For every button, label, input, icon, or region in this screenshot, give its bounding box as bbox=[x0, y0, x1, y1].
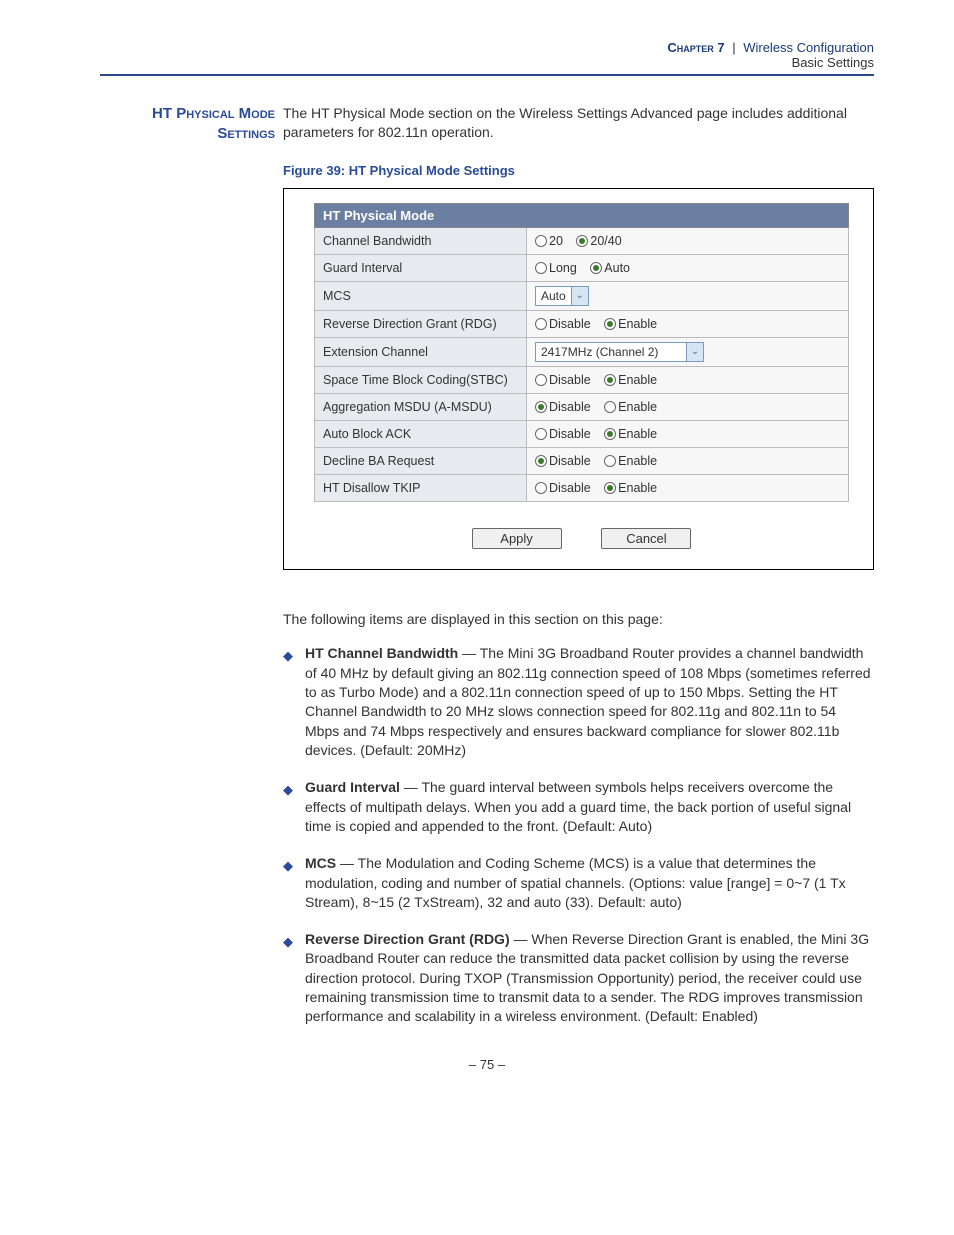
radio-cb-2040[interactable] bbox=[576, 235, 588, 247]
section-name: Wireless Configuration bbox=[743, 40, 874, 55]
radio-amsdu-disable[interactable] bbox=[535, 401, 547, 413]
label-disallow-tkip: HT Disallow TKIP bbox=[315, 474, 527, 501]
select-mcs[interactable]: Auto⌄ bbox=[535, 286, 589, 306]
row-ext-channel: Extension Channel 2417MHz (Channel 2)⌄ bbox=[315, 337, 849, 366]
row-channel-bandwidth: Channel Bandwidth 20 20/40 bbox=[315, 227, 849, 254]
radio-rdg-enable[interactable] bbox=[604, 318, 616, 330]
side-heading: HT Physical Mode Settings bbox=[100, 104, 275, 145]
bullet-item: ◆ Guard Interval — The guard interval be… bbox=[283, 778, 874, 836]
row-amsdu: Aggregation MSDU (A-MSDU) Disable Enable bbox=[315, 393, 849, 420]
diamond-icon: ◆ bbox=[283, 857, 293, 875]
radio-dba-disable[interactable] bbox=[535, 455, 547, 467]
page-number: – 75 – bbox=[100, 1057, 874, 1072]
label-rdg: Reverse Direction Grant (RDG) bbox=[315, 310, 527, 337]
radio-stbc-enable[interactable] bbox=[604, 374, 616, 386]
row-mcs: MCS Auto⌄ bbox=[315, 281, 849, 310]
radio-rdg-disable[interactable] bbox=[535, 318, 547, 330]
label-guard-interval: Guard Interval bbox=[315, 254, 527, 281]
intro-paragraph: The HT Physical Mode section on the Wire… bbox=[283, 104, 874, 142]
apply-button[interactable]: Apply bbox=[472, 528, 562, 549]
label-stbc: Space Time Block Coding(STBC) bbox=[315, 366, 527, 393]
cancel-button[interactable]: Cancel bbox=[601, 528, 691, 549]
row-disallow-tkip: HT Disallow TKIP Disable Enable bbox=[315, 474, 849, 501]
row-decline-ba: Decline BA Request Disable Enable bbox=[315, 447, 849, 474]
subsection-name: Basic Settings bbox=[100, 55, 874, 70]
radio-tkip-disable[interactable] bbox=[535, 482, 547, 494]
radio-aba-enable[interactable] bbox=[604, 428, 616, 440]
bullet-item: ◆ Reverse Direction Grant (RDG) — When R… bbox=[283, 930, 874, 1027]
row-rdg: Reverse Direction Grant (RDG) Disable En… bbox=[315, 310, 849, 337]
figure-caption: Figure 39: HT Physical Mode Settings bbox=[283, 163, 874, 178]
radio-stbc-disable[interactable] bbox=[535, 374, 547, 386]
header-separator: | bbox=[732, 40, 735, 55]
label-mcs: MCS bbox=[315, 281, 527, 310]
radio-amsdu-enable[interactable] bbox=[604, 401, 616, 413]
label-ext-channel: Extension Channel bbox=[315, 337, 527, 366]
chevron-down-icon: ⌄ bbox=[571, 287, 588, 305]
label-channel-bandwidth: Channel Bandwidth bbox=[315, 227, 527, 254]
select-ext-channel[interactable]: 2417MHz (Channel 2)⌄ bbox=[535, 342, 704, 362]
panel-title: HT Physical Mode bbox=[315, 203, 849, 227]
diamond-icon: ◆ bbox=[283, 647, 293, 665]
chevron-down-icon: ⌄ bbox=[686, 343, 703, 361]
row-auto-block-ack: Auto Block ACK Disable Enable bbox=[315, 420, 849, 447]
bullet-item: ◆ HT Channel Bandwidth — The Mini 3G Bro… bbox=[283, 644, 874, 760]
chapter-label: Chapter 7 bbox=[667, 40, 724, 55]
radio-tkip-enable[interactable] bbox=[604, 482, 616, 494]
diamond-icon: ◆ bbox=[283, 933, 293, 951]
bullet-item: ◆ MCS — The Modulation and Coding Scheme… bbox=[283, 854, 874, 912]
radio-aba-disable[interactable] bbox=[535, 428, 547, 440]
row-stbc: Space Time Block Coding(STBC) Disable En… bbox=[315, 366, 849, 393]
row-guard-interval: Guard Interval Long Auto bbox=[315, 254, 849, 281]
radio-gi-long[interactable] bbox=[535, 262, 547, 274]
diamond-icon: ◆ bbox=[283, 781, 293, 799]
lead-in-paragraph: The following items are displayed in thi… bbox=[283, 610, 874, 629]
bullet-list: ◆ HT Channel Bandwidth — The Mini 3G Bro… bbox=[283, 644, 874, 1026]
page-header: Chapter 7 | Wireless Configuration Basic… bbox=[100, 40, 874, 70]
label-amsdu: Aggregation MSDU (A-MSDU) bbox=[315, 393, 527, 420]
header-rule bbox=[100, 74, 874, 76]
radio-gi-auto[interactable] bbox=[590, 262, 602, 274]
radio-cb-20[interactable] bbox=[535, 235, 547, 247]
figure-screenshot: HT Physical Mode Channel Bandwidth 20 20… bbox=[283, 188, 874, 570]
label-decline-ba: Decline BA Request bbox=[315, 447, 527, 474]
radio-dba-enable[interactable] bbox=[604, 455, 616, 467]
label-auto-block-ack: Auto Block ACK bbox=[315, 420, 527, 447]
ht-physical-mode-table: HT Physical Mode Channel Bandwidth 20 20… bbox=[314, 203, 849, 502]
